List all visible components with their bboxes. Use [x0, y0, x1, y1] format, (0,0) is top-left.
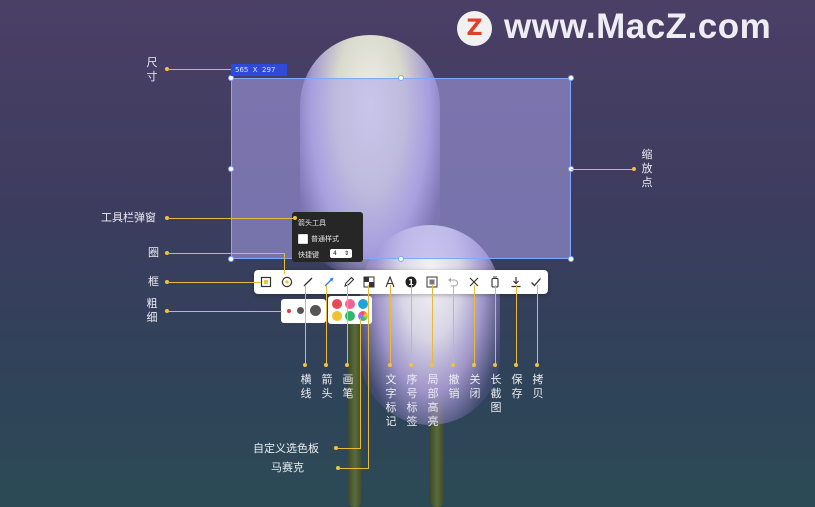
annotation-scale-points: 缩放点: [641, 148, 653, 189]
annotation-dot: [303, 363, 307, 367]
resize-handle[interactable]: [228, 256, 234, 262]
annotation-thickness: 粗细: [146, 297, 158, 324]
annotation-line: [340, 468, 369, 469]
annotation-dot: [472, 363, 476, 367]
annotation-size: 尺寸: [146, 56, 158, 83]
annotation-line: [474, 285, 475, 364]
annotation-number-label: 序号标签: [406, 373, 418, 428]
resize-handle[interactable]: [228, 166, 234, 172]
annotation-brush: 画笔: [342, 373, 354, 400]
screenshot-selection[interactable]: [231, 78, 571, 259]
pen-icon[interactable]: [340, 273, 358, 291]
shortcut-select[interactable]: 4 ⇕: [330, 249, 352, 258]
annotation-frame: 框: [148, 275, 159, 288]
line-icon[interactable]: [299, 273, 317, 291]
stepper-icon: ⇕: [343, 250, 349, 257]
annotation-mosaic: 马赛克: [271, 461, 304, 474]
annotation-dot: [493, 363, 497, 367]
annotation-dot: [334, 446, 338, 450]
annotation-circle: 圈: [148, 246, 159, 259]
checkbox-label: 普通样式: [311, 235, 339, 243]
annotation-line: [368, 285, 369, 469]
annotation-line: [305, 285, 306, 364]
annotation-line: [169, 282, 261, 283]
color-swatch-blue[interactable]: [358, 299, 368, 309]
resize-handle[interactable]: [568, 75, 574, 81]
annotation-line: [411, 285, 412, 364]
logo-text: www.MacZ.com: [504, 7, 772, 46]
annotation-dot: [632, 167, 636, 171]
annotation-local-highlight: 局部高亮: [427, 373, 439, 428]
color-palette: [328, 296, 372, 324]
annotation-text-mark: 文字标记: [385, 373, 397, 428]
dimension-label: 565 X 297: [231, 64, 287, 76]
annotation-dot: [514, 363, 518, 367]
arrow-icon[interactable]: [320, 273, 338, 291]
thickness-small[interactable]: [287, 309, 291, 313]
annotation-save: 保存: [511, 373, 523, 400]
copy-icon[interactable]: [527, 273, 545, 291]
annotation-dot: [336, 466, 340, 470]
annotation-undo: 撤销: [448, 373, 460, 400]
annotation-line: [360, 318, 361, 449]
annotation-line: [284, 253, 285, 274]
annotation-dot: [451, 363, 455, 367]
annotation-dot: [388, 363, 392, 367]
annotation-custom-palette: 自定义选色板: [253, 442, 319, 455]
annotation-dot: [345, 363, 349, 367]
annotation-close: 关闭: [469, 373, 481, 400]
logo-badge: Z: [457, 11, 492, 46]
thickness-medium[interactable]: [297, 307, 304, 314]
annotation-dot: [293, 216, 297, 220]
annotation-line: [571, 169, 633, 170]
annotation-arrow: 箭头: [321, 373, 333, 400]
color-swatch-yellow[interactable]: [332, 311, 342, 321]
annotation-line: [326, 285, 327, 364]
annotation-line: [453, 285, 454, 364]
color-swatch-red[interactable]: [332, 299, 342, 309]
annotation-line: [169, 253, 284, 254]
shortcut-value: 4: [333, 250, 337, 257]
resize-handle[interactable]: [398, 256, 404, 262]
popup-title: 箭头工具: [298, 219, 326, 227]
annotation-line: [432, 285, 433, 364]
circle-icon[interactable]: [278, 273, 296, 291]
toolbar-popup: 箭头工具 普通样式 快捷键 4 ⇕: [292, 212, 363, 262]
screenshot-toolbar: 1: [254, 270, 548, 294]
annotation-dot: [324, 363, 328, 367]
annotation-line: [390, 285, 391, 364]
annotation-line: [169, 311, 282, 312]
annotation-dot: [430, 363, 434, 367]
annotation-line: [169, 69, 231, 70]
annotation-line: [169, 218, 295, 219]
annotation-dot: [535, 363, 539, 367]
annotation-dot: [409, 363, 413, 367]
annotation-toolbar-popup: 工具栏弹窗: [101, 211, 156, 224]
annotation-line: [495, 285, 496, 364]
annotation-line: [338, 448, 361, 449]
thickness-large[interactable]: [310, 305, 321, 316]
style-checkbox[interactable]: [298, 234, 308, 244]
annotation-long-screenshot: 长截图: [490, 373, 502, 414]
thickness-panel: [281, 299, 326, 323]
resize-handle[interactable]: [398, 75, 404, 81]
annotation-line: [347, 285, 348, 364]
shortcut-label: 快捷键: [298, 251, 319, 259]
annotation-line: [537, 285, 538, 364]
resize-handle[interactable]: [568, 256, 574, 262]
mosaic-icon[interactable]: [360, 273, 378, 291]
logo-letter: Z: [466, 16, 483, 41]
annotation-line: [516, 285, 517, 364]
annotation-copy: 拷贝: [532, 373, 544, 400]
annotation-hline: 横线: [300, 373, 312, 400]
